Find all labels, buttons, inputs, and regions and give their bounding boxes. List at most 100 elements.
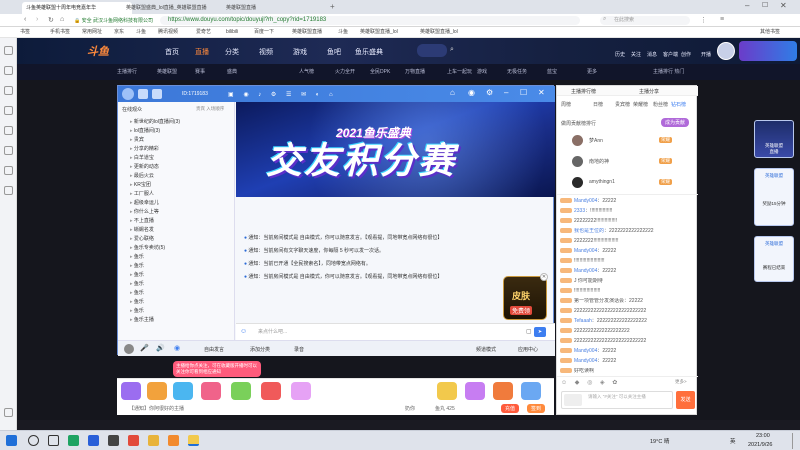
- bookmark-item[interactable]: bilibili: [226, 28, 238, 37]
- app-icon[interactable]: [148, 435, 159, 446]
- header-client[interactable]: 客户端: [663, 51, 678, 58]
- subnav-item[interactable]: 上车一起玩: [447, 68, 472, 75]
- nav-category[interactable]: 分类: [225, 47, 239, 57]
- clock-time[interactable]: 23:00: [756, 433, 770, 439]
- gift-item[interactable]: [291, 382, 311, 400]
- rank-avatar[interactable]: [572, 156, 583, 167]
- audience-sort[interactable]: 贵宾 入场顺序: [196, 106, 224, 112]
- nav-fishbar[interactable]: 鱼吧: [327, 47, 341, 57]
- rail-history-icon[interactable]: [4, 66, 13, 75]
- checkin-button[interactable]: 签到: [527, 404, 546, 413]
- bookmark-other[interactable]: 其他书签: [760, 28, 780, 37]
- audience-tree-item[interactable]: ▸ 不上直播: [130, 217, 154, 224]
- gift-item[interactable]: [261, 382, 281, 400]
- nav-game[interactable]: 游戏: [293, 47, 307, 57]
- emoji-icon[interactable]: ☺: [240, 328, 247, 335]
- input-method[interactable]: 英: [730, 437, 736, 445]
- bookmark-item[interactable]: 常用网址: [82, 28, 102, 37]
- header-message[interactable]: 消息: [647, 51, 657, 58]
- audience-tree-item[interactable]: ▸ 新世纪的lol直播间(3): [130, 118, 180, 125]
- tab-lol-live-2[interactable]: 英雄联盟直播: [222, 2, 322, 14]
- client-chat-input[interactable]: 来点什么吧...: [258, 326, 478, 338]
- promo-card[interactable]: 英雄联盟 直播: [754, 120, 794, 158]
- subtab-fans[interactable]: 粉丝榜: [653, 101, 668, 108]
- gift-item[interactable]: [437, 382, 457, 400]
- app-icon[interactable]: [108, 435, 119, 446]
- rank-avatar[interactable]: [572, 135, 583, 146]
- camera-icon[interactable]: ◉: [174, 344, 180, 352]
- subnav-item[interactable]: 人气榜: [299, 68, 314, 75]
- app-center-button[interactable]: 应用中心: [518, 346, 538, 353]
- add-category-button[interactable]: 添加分类: [250, 346, 270, 353]
- security-badge[interactable]: 🔒 安全 武汉斗鱼网络科技有限公司: [74, 17, 153, 24]
- gift-item[interactable]: [231, 382, 251, 400]
- header-follow[interactable]: 关注: [631, 51, 641, 58]
- app-icon[interactable]: [168, 435, 179, 446]
- bookmark-item[interactable]: 书签: [20, 28, 30, 37]
- bookmark-item[interactable]: 手机书签: [50, 28, 70, 37]
- rail-game-icon[interactable]: [4, 126, 13, 135]
- rail-chat-icon[interactable]: [4, 186, 13, 195]
- tab-lol-live[interactable]: 英雄联盟盛典_lol直播_英雄联盟直播: [122, 2, 232, 14]
- speaker-icon[interactable]: 🔊: [156, 344, 165, 352]
- gift-item[interactable]: [493, 382, 513, 400]
- subnav-item[interactable]: 游戏: [477, 68, 487, 75]
- audience-tree-item[interactable]: ▸ 工厂服人: [130, 190, 154, 197]
- gift-item[interactable]: [173, 382, 193, 400]
- nav-home[interactable]: 首页: [165, 47, 179, 57]
- mic-icon[interactable]: 🎤: [140, 344, 149, 352]
- user-avatar[interactable]: [717, 42, 735, 60]
- start-icon[interactable]: [6, 435, 17, 446]
- chat-username[interactable]: Tefaaah: [574, 318, 592, 324]
- bookmark-item[interactable]: 斗鱼: [136, 28, 146, 37]
- free-skin-promo[interactable]: ✕ 皮肤 免费领: [503, 273, 548, 320]
- app-icon[interactable]: [128, 435, 139, 446]
- client-avatar[interactable]: [122, 88, 134, 100]
- audience-tree-item[interactable]: ▸ 更新的动态: [130, 163, 159, 170]
- client-close-icon[interactable]: ✕: [538, 88, 545, 97]
- subtab-diamond[interactable]: 钻石榜: [671, 101, 686, 108]
- audience-tree-item[interactable]: ▸ 分享的精彩: [130, 145, 159, 152]
- promo-card[interactable]: 英雄联盟 奖励15分钟: [754, 168, 794, 226]
- task-view-icon[interactable]: [48, 435, 59, 446]
- menu-icon[interactable]: ≡: [720, 16, 724, 23]
- rail-note-icon[interactable]: [4, 166, 13, 175]
- window-maximize-icon[interactable]: ☐: [762, 1, 768, 9]
- site-logo[interactable]: 斗鱼: [87, 43, 109, 59]
- record-button[interactable]: 录音: [294, 346, 304, 353]
- audience-tree-item[interactable]: ▸ 鱼乐: [130, 262, 144, 269]
- bookmark-item[interactable]: 英雄联盟直播: [292, 28, 322, 37]
- audience-tree-item[interactable]: ▸ 超级幸运儿: [130, 199, 159, 206]
- client-send-button[interactable]: ➤: [534, 327, 546, 337]
- tab-douyu-event[interactable]: 斗鱼英雄联盟十周年电竞嘉年华: [22, 2, 132, 14]
- rail-settings-icon[interactable]: [4, 408, 13, 417]
- client-settings-icon[interactable]: ⚙: [486, 88, 493, 97]
- home-icon[interactable]: ⌂: [60, 16, 64, 23]
- search-icon[interactable]: [28, 435, 39, 446]
- chat-username[interactable]: Mandy004: [574, 358, 597, 364]
- subnav-right[interactable]: 主播排行 热门: [653, 68, 684, 75]
- chat-more[interactable]: 更多>: [675, 379, 687, 385]
- rail-favorites-icon[interactable]: [4, 46, 13, 55]
- audience-tree-item[interactable]: ▸ 鱼乐: [130, 307, 144, 314]
- client-toolbar-icons[interactable]: ▣ ◉ ♪ ⚙ ☰ ✉ ◐ ⌂: [228, 91, 337, 98]
- promo-close-icon[interactable]: ✕: [540, 273, 548, 281]
- bookmark-item[interactable]: 爱奇艺: [196, 28, 211, 37]
- extensions-icon[interactable]: ⋮: [700, 16, 707, 24]
- chat-username[interactable]: Mandy004: [574, 268, 597, 274]
- nav-festival[interactable]: 鱼乐盛典: [355, 47, 383, 57]
- subnav-item[interactable]: 赛事: [195, 68, 205, 75]
- gift-item[interactable]: [521, 382, 541, 400]
- bookmark-item[interactable]: 京东: [114, 28, 124, 37]
- client-maximize-icon[interactable]: ☐: [520, 88, 527, 97]
- rank-avatar[interactable]: [572, 177, 583, 188]
- gift-item[interactable]: [121, 382, 141, 400]
- subnav-item[interactable]: 更多: [587, 68, 597, 75]
- subnav-item[interactable]: 盛典: [227, 68, 237, 75]
- subnav-item[interactable]: 英雄联盟: [157, 68, 177, 75]
- recharge-button[interactable]: 充值: [501, 404, 520, 413]
- promo-card[interactable]: 英雄联盟 赛程已结束: [754, 236, 794, 282]
- gift-item[interactable]: [465, 382, 485, 400]
- audience-tree-item[interactable]: ▸ 白羊道宝: [130, 154, 154, 161]
- subnav-item[interactable]: 无极任务: [507, 68, 527, 75]
